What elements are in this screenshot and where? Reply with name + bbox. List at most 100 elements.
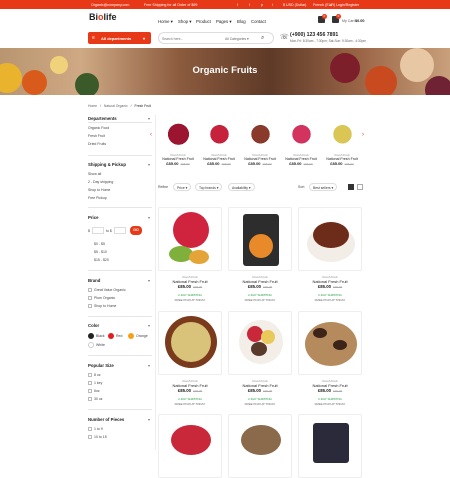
chevron-down-icon[interactable]: ▾ <box>148 116 150 121</box>
product-card[interactable]: Fresh Fruit National Fresh Fruit £85.00 £… <box>158 311 222 406</box>
carousel-prev-icon[interactable]: ‹ <box>150 132 152 138</box>
price-range-option[interactable]: $0 - $5 <box>94 242 105 246</box>
product-image[interactable] <box>228 414 292 478</box>
chevron-down-icon[interactable]: ▾ <box>148 363 150 368</box>
departments-button[interactable]: ≡ All departments ▾ <box>88 32 151 44</box>
chevron-down-icon[interactable]: ▾ <box>148 215 150 220</box>
list-view-icon[interactable] <box>357 184 363 190</box>
pinterest-icon[interactable]: p <box>261 3 263 7</box>
brands-filter[interactable]: Top brands ▾ <box>195 183 223 191</box>
chevron-down-icon[interactable]: ▾ <box>148 323 150 328</box>
shipping-option[interactable]: Shop to Home <box>88 188 110 192</box>
size-checkbox[interactable] <box>88 397 92 401</box>
product-image[interactable] <box>158 311 222 375</box>
carousel-next-icon[interactable]: › <box>362 132 364 138</box>
carousel-product-card[interactable]: Fresh Fruit National Fresh Fruit £85.00 £… <box>322 115 362 166</box>
twitter-icon[interactable]: t <box>249 3 250 7</box>
sort-select[interactable]: Best sellers ▾ <box>309 183 338 191</box>
color-label[interactable]: Red <box>116 334 122 338</box>
product-card[interactable]: Fresh Fruit National Fresh Fruit £85.00 £… <box>228 311 292 406</box>
search-icon[interactable]: ⌕ <box>261 35 264 42</box>
color-label[interactable]: White <box>96 343 105 347</box>
product-card[interactable] <box>228 414 292 478</box>
color-label[interactable]: Orange <box>136 334 148 338</box>
brand-option[interactable]: Great Value Organic <box>94 288 126 292</box>
chevron-down-icon[interactable]: ▾ <box>148 278 150 283</box>
pieces-heading[interactable]: Number of Pieces <box>88 417 124 422</box>
instagram-icon[interactable]: i <box>272 3 273 7</box>
price-heading[interactable]: Price <box>88 215 99 220</box>
product-card[interactable]: Fresh Fruit National Fresh Fruit £85.00 £… <box>298 311 362 406</box>
color-swatch-black[interactable] <box>88 333 94 339</box>
shipping-heading[interactable]: Shipping & Pickup <box>88 162 126 167</box>
product-card[interactable]: Fresh Fruit National Fresh Fruit £85.00 £… <box>158 207 222 302</box>
product-image[interactable] <box>298 311 362 375</box>
color-label[interactable]: Black <box>96 334 105 338</box>
carousel-product-card[interactable]: Fresh Fruit National Fresh Fruit £85.00 £… <box>158 115 198 166</box>
departments-heading[interactable]: Departements <box>88 116 117 121</box>
category-select[interactable]: All Categories ▾ <box>225 37 249 41</box>
pieces-checkbox[interactable] <box>88 427 92 431</box>
product-image[interactable] <box>228 207 292 271</box>
product-image[interactable] <box>242 115 278 150</box>
product-card[interactable] <box>158 414 222 478</box>
size-option[interactable]: 1 key <box>94 381 102 385</box>
product-image[interactable] <box>283 115 319 150</box>
nav-contact[interactable]: Contact <box>251 19 266 24</box>
department-item[interactable]: Fresh Fruit <box>88 134 105 138</box>
product-image[interactable] <box>298 414 362 478</box>
price-range-option[interactable]: $15 - $20 <box>94 258 109 262</box>
price-go-button[interactable]: GO <box>130 226 142 235</box>
cart-label[interactable]: My Cart <box>342 19 355 23</box>
product-image[interactable] <box>228 311 292 375</box>
brand-checkbox[interactable] <box>88 296 92 300</box>
product-image[interactable] <box>324 115 360 150</box>
price-from-input[interactable] <box>92 227 104 234</box>
price-filter[interactable]: Price ▾ <box>173 183 192 191</box>
nav-home[interactable]: Home ▾ <box>158 19 173 25</box>
department-item[interactable]: Dried Fruits <box>88 142 106 146</box>
login-link[interactable]: Login/Register <box>336 3 359 7</box>
product-card[interactable]: Fresh Fruit National Fresh Fruit £85.00 £… <box>298 207 362 302</box>
shipping-option[interactable]: Show all <box>88 172 101 176</box>
size-checkbox[interactable] <box>88 381 92 385</box>
nav-product[interactable]: Product <box>196 19 211 24</box>
cart-total[interactable]: $0.00 <box>355 19 365 23</box>
product-image[interactable] <box>298 207 362 271</box>
color-swatch-red[interactable] <box>108 333 114 339</box>
breadcrumb-natural-organic[interactable]: Natural Organic <box>104 104 128 108</box>
chevron-down-icon[interactable]: ▾ <box>148 417 150 422</box>
shipping-option[interactable]: Free Pickup <box>88 196 107 200</box>
size-option[interactable]: 8 oz <box>94 373 101 377</box>
breadcrumb-home[interactable]: Home <box>88 104 97 108</box>
department-item[interactable]: Organic Food <box>88 126 109 130</box>
color-heading[interactable]: Color <box>88 323 99 328</box>
currency-select[interactable]: $ USD (Dollar) <box>283 3 306 7</box>
search-input[interactable] <box>162 35 217 42</box>
product-card[interactable]: Fresh Fruit National Fresh Fruit £85.00 £… <box>228 207 292 302</box>
brand-option[interactable]: Plum Organic <box>94 296 115 300</box>
size-checkbox[interactable] <box>88 373 92 377</box>
pieces-checkbox[interactable] <box>88 435 92 439</box>
product-image[interactable] <box>158 414 222 478</box>
price-to-input[interactable] <box>114 227 126 234</box>
carousel-product-card[interactable]: Fresh Fruit National Fresh Fruit £85.00 £… <box>281 115 321 166</box>
color-swatch-orange[interactable] <box>128 333 134 339</box>
product-image[interactable] <box>201 115 237 150</box>
color-swatch-white[interactable] <box>88 342 94 348</box>
availability-filter[interactable]: Availability ▾ <box>228 183 255 191</box>
price-range-option[interactable]: $5 - $10 <box>94 250 107 254</box>
product-image[interactable] <box>158 207 222 271</box>
brand-option[interactable]: Shop to Home <box>94 304 116 308</box>
size-option[interactable]: 30 oz <box>94 397 103 401</box>
logo[interactable]: Biolife <box>89 12 117 22</box>
carousel-product-card[interactable]: Fresh Fruit National Fresh Fruit £85.00 £… <box>240 115 280 166</box>
size-checkbox[interactable] <box>88 389 92 393</box>
size-option[interactable]: 6oz <box>94 389 100 393</box>
pieces-option[interactable]: 1 to 9 <box>94 427 103 431</box>
facebook-icon[interactable]: f <box>237 3 238 7</box>
nav-shop[interactable]: Shop ▾ <box>178 19 191 25</box>
nav-blog[interactable]: Blog <box>237 19 246 24</box>
brand-checkbox[interactable] <box>88 288 92 292</box>
product-card[interactable] <box>298 414 362 478</box>
